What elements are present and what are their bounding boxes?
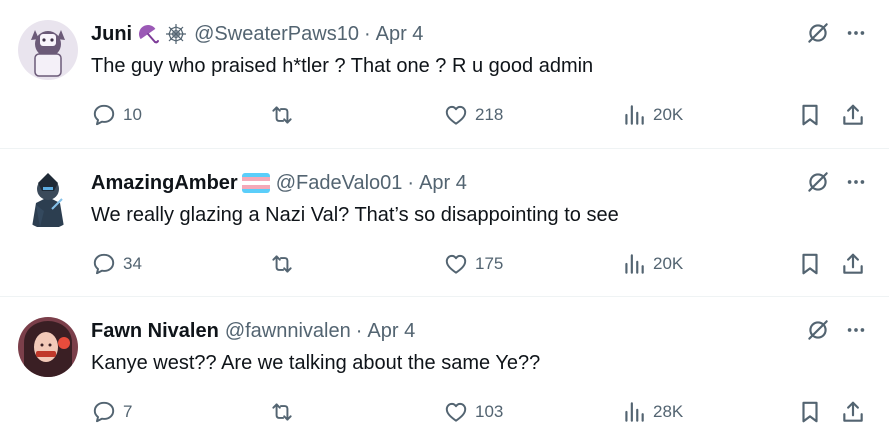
user-handle[interactable]: @FadeValo01 xyxy=(276,172,403,195)
reply-icon xyxy=(93,401,115,423)
action-bar: 34 175 20K xyxy=(91,251,867,277)
post-item[interactable]: Fawn Nivalen @fawnnivalen · Apr 4 Kanye … xyxy=(0,297,889,446)
post-item[interactable]: AmazingAmber @FadeValo01 · Apr 4 We real… xyxy=(0,149,889,297)
views-button[interactable]: 28K xyxy=(621,399,683,425)
view-count: 20K xyxy=(653,105,684,124)
post-top-actions xyxy=(805,317,867,348)
avatar[interactable] xyxy=(18,317,78,377)
reply-feed: Juni @SweaterPaws10 · Apr 4 The guy who … xyxy=(0,0,889,446)
post-top-actions xyxy=(805,20,867,51)
grok-icon[interactable] xyxy=(805,20,831,51)
reply-icon xyxy=(93,104,115,126)
separator: · xyxy=(363,22,371,45)
repost-button[interactable] xyxy=(269,251,301,277)
repost-button[interactable] xyxy=(269,399,301,425)
post-item[interactable]: Juni @SweaterPaws10 · Apr 4 The guy who … xyxy=(0,0,889,149)
display-name[interactable]: Fawn Nivalen xyxy=(91,320,219,343)
action-bar: 10 218 20K xyxy=(91,102,867,128)
umbrella-icon xyxy=(136,22,160,46)
bookmark-button[interactable] xyxy=(797,102,823,128)
display-name[interactable]: Juni xyxy=(91,23,132,46)
user-handle[interactable]: @SweaterPaws10 xyxy=(194,23,359,46)
separator: · xyxy=(407,171,415,194)
bookmark-button[interactable] xyxy=(797,251,823,277)
more-icon[interactable] xyxy=(845,22,867,49)
user-handle[interactable]: @fawnnivalen xyxy=(225,320,351,343)
post-text: Kanye west?? Are we talking about the sa… xyxy=(91,352,541,374)
repost-icon xyxy=(272,255,292,273)
like-button[interactable]: 218 xyxy=(443,102,503,128)
heart-icon xyxy=(445,105,467,125)
post-text: We really glazing a Nazi Val? That’s so … xyxy=(91,204,619,226)
grok-icon[interactable] xyxy=(805,169,831,200)
heart-icon xyxy=(445,254,467,274)
view-count: 20K xyxy=(653,254,684,273)
post-top-actions xyxy=(805,169,867,200)
view-count: 28K xyxy=(653,402,684,421)
action-bar: 7 103 28K xyxy=(91,399,867,425)
reply-button[interactable]: 34 xyxy=(91,251,142,277)
heart-icon xyxy=(445,402,467,422)
repost-icon xyxy=(272,403,292,421)
reply-button[interactable]: 10 xyxy=(91,102,142,128)
share-button[interactable] xyxy=(840,251,866,277)
share-icon xyxy=(843,253,863,274)
spider-web-icon xyxy=(164,22,188,46)
transgender-flag-icon xyxy=(241,173,270,193)
like-button[interactable]: 175 xyxy=(443,251,503,277)
post-header: Juni @SweaterPaws10 · Apr 4 xyxy=(91,19,423,49)
bookmark-icon xyxy=(802,104,818,126)
post-date[interactable]: Apr 4 xyxy=(376,23,424,46)
reply-count: 34 xyxy=(123,254,142,273)
bookmark-button[interactable] xyxy=(797,399,823,425)
post-header: AmazingAmber @FadeValo01 · Apr 4 xyxy=(91,168,467,198)
like-count: 103 xyxy=(475,402,504,421)
avatar[interactable] xyxy=(18,169,78,229)
reply-count: 7 xyxy=(123,402,133,421)
repost-button[interactable] xyxy=(269,102,301,128)
repost-icon xyxy=(272,106,292,124)
like-count: 218 xyxy=(475,105,504,124)
bookmark-icon xyxy=(802,253,818,275)
views-button[interactable]: 20K xyxy=(621,102,683,128)
more-icon[interactable] xyxy=(845,319,867,346)
post-date[interactable]: Apr 4 xyxy=(419,172,467,195)
bookmark-icon xyxy=(802,401,818,423)
views-button[interactable]: 20K xyxy=(621,251,683,277)
reply-icon xyxy=(93,253,115,275)
share-icon xyxy=(843,104,863,125)
like-count: 175 xyxy=(475,254,504,273)
post-date[interactable]: Apr 4 xyxy=(367,320,415,343)
views-icon xyxy=(625,254,644,274)
share-button[interactable] xyxy=(840,399,866,425)
share-button[interactable] xyxy=(840,102,866,128)
more-icon[interactable] xyxy=(845,171,867,198)
share-icon xyxy=(843,401,863,422)
grok-icon[interactable] xyxy=(805,317,831,348)
separator: · xyxy=(355,319,363,342)
display-name[interactable]: AmazingAmber xyxy=(91,172,238,195)
views-icon xyxy=(625,105,644,125)
reply-button[interactable]: 7 xyxy=(91,399,132,425)
like-button[interactable]: 103 xyxy=(443,399,503,425)
reply-count: 10 xyxy=(123,105,142,124)
views-icon xyxy=(625,402,644,422)
avatar[interactable] xyxy=(18,20,78,80)
post-text: The guy who praised h*tler ? That one ? … xyxy=(91,55,594,77)
post-header: Fawn Nivalen @fawnnivalen · Apr 4 xyxy=(91,316,415,346)
